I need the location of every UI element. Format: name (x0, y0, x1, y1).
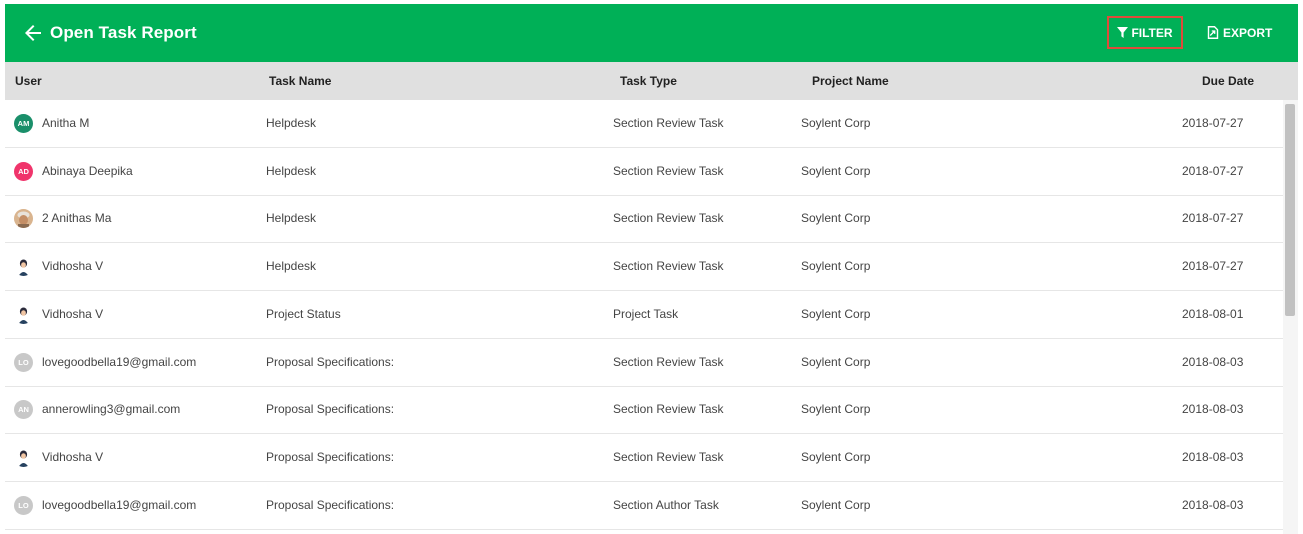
user-photo-icon (14, 447, 33, 467)
table-row[interactable]: AD Abinaya Deepika Helpdesk Section Review … (5, 148, 1283, 196)
avatar (14, 257, 33, 277)
avatar-initials: AM (17, 119, 30, 128)
column-header-task-type[interactable]: Task Type (620, 62, 677, 100)
filter-label: FILTER (1131, 25, 1173, 40)
cell-user: Anitha M (42, 116, 90, 130)
avatar (14, 304, 33, 324)
table-row[interactable]: AN annerowling3@gmail.com Proposal Specifi… (5, 386, 1283, 435)
cell-project-name: Soylent Corp (801, 259, 871, 274)
export-file-icon (1207, 26, 1219, 39)
table-row[interactable]: LO lovegoodbella19@gmail.com Proposal Spec… (5, 339, 1283, 387)
avatar: AN (14, 400, 33, 420)
cell-task-type: Section Review Task (613, 259, 724, 274)
cell-user: lovegoodbella19@gmail.com (42, 354, 197, 369)
cell-due-date: 2018-08-03 (1182, 354, 1244, 369)
cell-due-date: 2018-07-27 (1182, 163, 1244, 178)
scrollbar-thumb[interactable] (1285, 104, 1295, 316)
cell-task-name: Project Status (266, 306, 341, 321)
avatar-initials: LO (18, 357, 29, 367)
cell-user: Abinaya Deepika (42, 163, 133, 178)
cell-project-name: Soylent Corp (801, 402, 871, 417)
table-row[interactable]: 2 Anithas Ma Helpdesk Section Review Task S… (5, 195, 1283, 244)
table-body: AM Anitha M Helpdesk Section Review Task Soy… (5, 100, 1283, 534)
cell-project-name: Soylent Corp (801, 449, 871, 464)
cell-user: Vidhosha V (42, 259, 104, 274)
user-photo-icon (14, 304, 33, 324)
cell-task-name: Proposal Specifications: (266, 402, 395, 417)
filter-button[interactable]: FILTER (1107, 16, 1183, 49)
column-header-project-name[interactable]: Project Name (812, 62, 889, 100)
cell-due-date: 2018-08-03 (1182, 497, 1244, 512)
cell-task-name: Helpdesk (266, 163, 317, 178)
cell-task-type: Project Task (613, 306, 679, 321)
cell-task-name: Proposal Specifications: (266, 497, 395, 512)
open-task-report-app: Open Task Report FILTER EXPORT User Task… (0, 0, 1303, 534)
cell-project-name: Soylent Corp (801, 116, 871, 130)
cell-user: lovegoodbella19@gmail.com (42, 497, 197, 512)
avatar-initials: LO (18, 500, 29, 510)
user-photo-icon (14, 257, 33, 277)
cell-due-date: 2018-07-27 (1182, 116, 1244, 130)
cell-due-date: 2018-08-01 (1182, 306, 1244, 321)
cell-project-name: Soylent Corp (801, 163, 871, 178)
table-row[interactable]: Vidhosha V Proposal Specifications: Sectio… (5, 434, 1283, 482)
cell-project-name: Soylent Corp (801, 497, 871, 512)
app-header: Open Task Report FILTER EXPORT (5, 4, 1298, 62)
cell-task-type: Section Review Task (613, 116, 724, 130)
cell-task-name: Proposal Specifications: (266, 354, 395, 369)
avatar: LO (14, 495, 33, 515)
cell-task-type: Section Author Task (613, 497, 719, 512)
page-title: Open Task Report (50, 23, 197, 42)
cell-due-date: 2018-08-03 (1182, 402, 1244, 417)
cell-task-name: Helpdesk (266, 211, 317, 226)
cell-project-name: Soylent Corp (801, 306, 871, 321)
cell-due-date: 2018-07-27 (1182, 211, 1244, 226)
cell-task-type: Section Review Task (613, 449, 724, 464)
arrow-left-icon (25, 25, 41, 41)
export-button[interactable]: EXPORT (1207, 16, 1273, 49)
filter-icon (1117, 27, 1129, 38)
avatar: AM (14, 114, 33, 133)
cell-user: Vidhosha V (42, 306, 104, 321)
avatar-initials: AD (18, 166, 29, 176)
avatar: AD (14, 161, 33, 181)
table-row[interactable]: LO lovegoodbella19@gmail.com Proposal Spec… (5, 482, 1283, 530)
avatar: LO (14, 352, 33, 372)
cell-user: annerowling3@gmail.com (42, 402, 181, 417)
vertical-scrollbar[interactable] (1283, 100, 1298, 534)
table-header: User Task Name Task Type Project Name Du… (5, 62, 1298, 100)
cell-task-name: Proposal Specifications: (266, 449, 395, 464)
cell-task-name: Helpdesk (266, 259, 317, 274)
export-label: EXPORT (1223, 25, 1273, 40)
table-row[interactable]: AM Anitha M Helpdesk Section Review Task Soy… (5, 100, 1283, 148)
cell-task-name: Helpdesk (266, 116, 317, 130)
cell-task-type: Section Review Task (613, 402, 724, 417)
cell-task-type: Section Review Task (613, 211, 724, 226)
avatar (14, 447, 33, 467)
avatar-initials: AN (18, 405, 29, 415)
cell-task-type: Section Review Task (613, 354, 724, 369)
cell-project-name: Soylent Corp (801, 354, 871, 369)
avatar (14, 209, 33, 229)
cell-project-name: Soylent Corp (801, 211, 871, 226)
cell-user: 2 Anithas Ma (42, 211, 112, 226)
column-header-user[interactable]: User (15, 62, 42, 100)
back-button[interactable] (21, 21, 45, 45)
user-photo-icon (14, 209, 33, 229)
column-header-due-date[interactable]: Due Date (1202, 62, 1254, 100)
cell-user: Vidhosha V (42, 449, 104, 464)
cell-due-date: 2018-07-27 (1182, 259, 1244, 274)
table-row[interactable]: Vidhosha V Project Status Project Task Soyl… (5, 291, 1283, 339)
column-header-task-name[interactable]: Task Name (269, 62, 331, 100)
table-row[interactable]: Vidhosha V Helpdesk Section Review Task Soy… (5, 243, 1283, 292)
cell-due-date: 2018-08-03 (1182, 449, 1244, 464)
cell-task-type: Section Review Task (613, 163, 724, 178)
